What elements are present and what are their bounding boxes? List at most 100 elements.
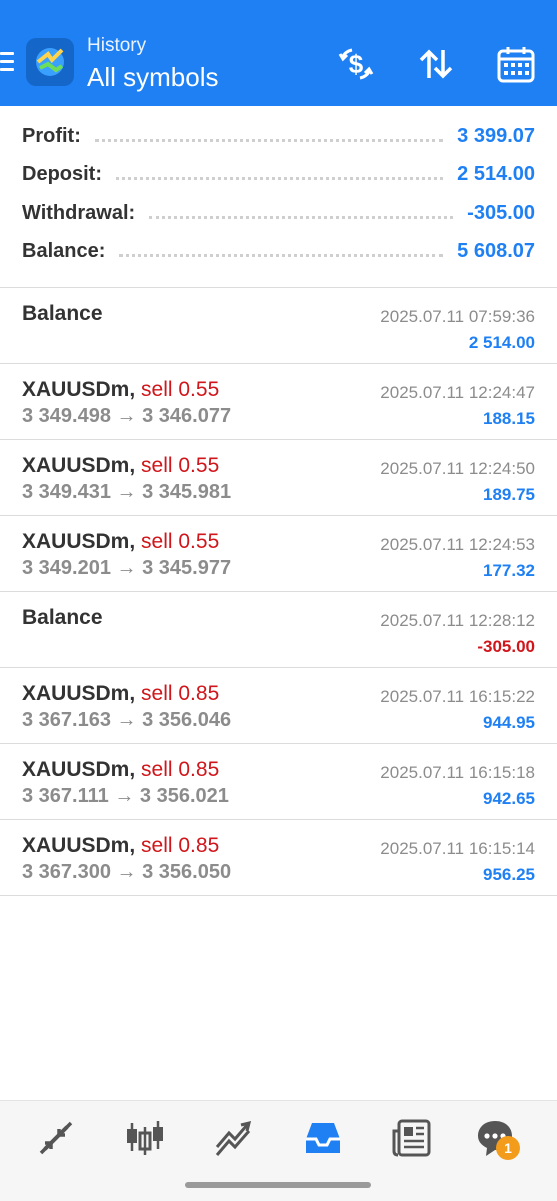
trade-row[interactable]: XAUUSDm, sell 0.55 3 349.431 → 3 345.981… [0, 440, 557, 516]
history-summary: Profit: 3 399.07 Deposit: 2 514.00 Withd… [0, 117, 557, 271]
history-inbox-icon [306, 1123, 340, 1153]
deal-symbol-line: XAUUSDm, sell 0.85 [22, 834, 219, 858]
open-price: 3 367.300 [22, 861, 111, 883]
summary-label: Deposit: [22, 163, 102, 186]
summary-label: Balance: [22, 240, 106, 263]
trend-chart-icon [215, 1120, 252, 1156]
notification-badge: 1 [496, 1136, 520, 1160]
dotted-leader [116, 177, 444, 181]
trade-row[interactable]: XAUUSDm, sell 0.55 3 349.498 → 3 346.077… [0, 364, 557, 440]
arrow-icon: → [114, 785, 135, 807]
deal-time: 2025.07.11 16:15:22 [380, 687, 535, 706]
deal-time: 2025.07.11 12:28:12 [380, 611, 535, 630]
deals-list: Balance 2025.07.11 07:59:36 2 514.00 XAU… [0, 287, 557, 896]
trade-row[interactable]: XAUUSDm, sell 0.85 3 367.300 → 3 356.050… [0, 820, 557, 896]
deal-profit: 188.15 [483, 409, 535, 428]
quotes-icon [39, 1121, 73, 1155]
close-price: 3 356.021 [139, 785, 229, 807]
page-title: History [87, 35, 147, 56]
arrow-icon: → [116, 557, 137, 579]
deal-time: 2025.07.11 16:15:18 [380, 763, 535, 782]
open-price: 3 349.431 [22, 481, 111, 503]
deal-type: sell 0.55 [141, 454, 220, 477]
deal-profit: -305.00 [477, 637, 535, 656]
deal-type: sell 0.85 [141, 758, 220, 781]
nav-quotes[interactable] [35, 1117, 77, 1159]
deposit-filter-button[interactable]: $ [336, 44, 376, 84]
deal-time: 2025.07.11 07:59:36 [380, 307, 535, 326]
deal-profit: 944.95 [483, 713, 535, 732]
deal-type: sell 0.85 [141, 682, 220, 705]
arrow-icon: → [116, 405, 137, 427]
deal-symbol: XAUUSDm, [22, 834, 136, 857]
arrow-icon: → [116, 861, 137, 883]
arrow-icon: → [116, 709, 137, 731]
balance-row[interactable]: Balance 2025.07.11 12:28:12 -305.00 [0, 592, 557, 668]
summary-row-withdrawal: Withdrawal: -305.00 [0, 194, 557, 233]
sort-button[interactable] [416, 44, 456, 84]
deal-symbol-line: XAUUSDm, sell 0.55 [22, 454, 219, 478]
deal-time: 2025.07.11 12:24:47 [380, 383, 535, 402]
deal-title: Balance [22, 606, 103, 629]
close-price: 3 356.050 [142, 861, 232, 883]
deal-symbol: XAUUSDm, [22, 758, 136, 781]
trade-row[interactable]: XAUUSDm, sell 0.85 3 367.111 → 3 356.021… [0, 744, 557, 820]
deal-symbol: XAUUSDm, [22, 378, 136, 401]
balance-row[interactable]: Balance 2025.07.11 07:59:36 2 514.00 [0, 287, 557, 364]
dotted-leader [149, 215, 454, 219]
nav-trade[interactable] [213, 1117, 255, 1159]
sort-arrows-icon [419, 49, 453, 79]
nav-news[interactable] [391, 1117, 433, 1159]
deal-prices: 3 367.300 → 3 356.050 [22, 861, 231, 884]
deal-time: 2025.07.11 12:24:50 [380, 459, 535, 478]
deal-symbol-line: XAUUSDm, sell 0.85 [22, 758, 219, 782]
close-price: 3 345.977 [142, 557, 232, 579]
deal-profit: 189.75 [483, 485, 535, 504]
deal-prices: 3 367.111 → 3 356.021 [22, 785, 229, 808]
candlestick-chart-icon [127, 1121, 163, 1155]
menu-icon[interactable] [0, 52, 14, 74]
deal-symbol-line: XAUUSDm, sell 0.55 [22, 378, 219, 402]
open-price: 3 367.163 [22, 709, 111, 731]
summary-label: Withdrawal: [22, 201, 136, 224]
trade-row[interactable]: XAUUSDm, sell 0.85 3 367.163 → 3 356.046… [0, 668, 557, 744]
nav-chart[interactable] [124, 1117, 166, 1159]
deal-type: sell 0.85 [141, 834, 220, 857]
app-header: History All symbols $ [0, 0, 557, 106]
trade-row[interactable]: XAUUSDm, sell 0.55 3 349.201 → 3 345.977… [0, 516, 557, 592]
close-price: 3 346.077 [142, 405, 232, 427]
dotted-leader [94, 138, 444, 142]
open-price: 3 349.201 [22, 557, 111, 579]
deal-prices: 3 349.431 → 3 345.981 [22, 481, 231, 504]
news-icon [392, 1119, 431, 1157]
deal-time: 2025.07.11 16:15:14 [380, 839, 535, 858]
deal-symbol: XAUUSDm, [22, 682, 136, 705]
svg-text:$: $ [349, 49, 364, 79]
deal-profit: 942.65 [483, 789, 535, 808]
dollar-swap-icon: $ [338, 48, 374, 80]
deal-symbol-line: XAUUSDm, sell 0.85 [22, 682, 219, 706]
deal-profit: 177.32 [483, 561, 535, 580]
summary-value: 2 514.00 [457, 163, 535, 186]
deal-symbol: XAUUSDm, [22, 530, 136, 553]
close-price: 3 356.046 [142, 709, 232, 731]
deal-symbol: XAUUSDm, [22, 454, 136, 477]
deal-time: 2025.07.11 12:24:53 [380, 535, 535, 554]
deal-symbol-line: XAUUSDm, sell 0.55 [22, 530, 219, 554]
summary-value: -305.00 [467, 201, 535, 224]
deal-prices: 3 349.498 → 3 346.077 [22, 405, 231, 428]
deal-type: sell 0.55 [141, 378, 220, 401]
app-logo [26, 38, 74, 86]
arrow-icon: → [116, 481, 137, 503]
open-price: 3 349.498 [22, 405, 111, 427]
nav-history[interactable] [302, 1117, 344, 1159]
symbol-filter[interactable]: All symbols [87, 62, 218, 93]
summary-label: Profit: [22, 124, 81, 147]
summary-value: 5 608.07 [457, 240, 535, 263]
summary-row-profit: Profit: 3 399.07 [0, 117, 557, 156]
calendar-button[interactable] [496, 44, 536, 84]
close-price: 3 345.981 [142, 481, 232, 503]
home-indicator[interactable] [185, 1182, 371, 1188]
dotted-leader [119, 254, 444, 258]
deal-type: sell 0.55 [141, 530, 220, 553]
